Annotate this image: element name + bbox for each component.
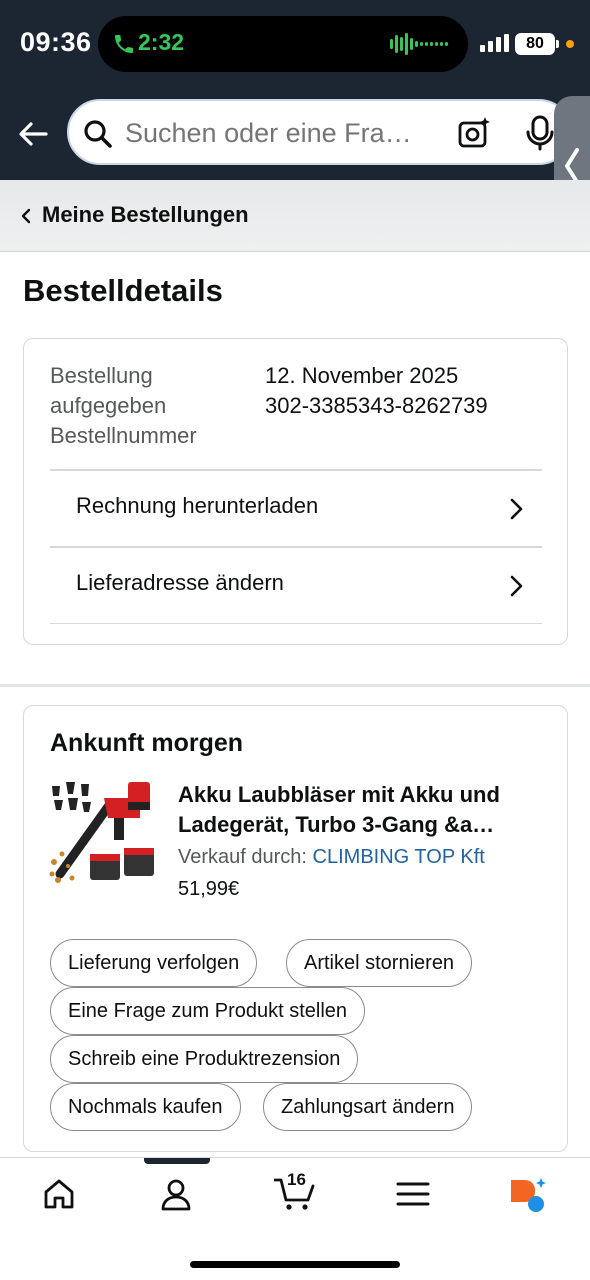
home-indicator bbox=[190, 1261, 400, 1268]
buy-again-button[interactable]: Nochmals kaufen bbox=[50, 1083, 241, 1131]
order-date-value: 12. November 2025 bbox=[265, 363, 459, 388]
privacy-indicator bbox=[566, 40, 574, 48]
order-number-label: Bestellnummer bbox=[50, 423, 197, 448]
download-invoice-label: Rechnung herunterladen bbox=[76, 493, 319, 518]
search-icon bbox=[84, 120, 112, 148]
bottom-navigation: 16 bbox=[0, 1157, 590, 1280]
seller-info: Verkauf durch: CLIMBING TOP Kft bbox=[178, 846, 485, 869]
breadcrumb-label[interactable]: Meine Bestellungen bbox=[42, 202, 249, 228]
back-arrow-icon[interactable] bbox=[16, 117, 50, 151]
phone-icon bbox=[115, 35, 133, 53]
download-invoice-link[interactable]: Rechnung herunterladen bbox=[50, 469, 542, 547]
product-price: 51,99€ bbox=[178, 878, 240, 900]
order-placed-label-line1: Bestellung bbox=[50, 363, 153, 388]
order-summary-card: Bestellung aufgegeben Bestellnummer 12. … bbox=[23, 338, 568, 645]
page-title: Bestelldetails bbox=[23, 273, 223, 308]
audio-wave-icon bbox=[390, 33, 448, 55]
order-number-value: 302-3385343-8262739 bbox=[265, 393, 488, 418]
breadcrumb[interactable]: Meine Bestellungen bbox=[0, 180, 590, 252]
dynamic-island-call[interactable]: 2:32 bbox=[98, 16, 468, 72]
write-review-button[interactable]: Schreib eine Produktrezension bbox=[50, 1035, 359, 1083]
status-time: 09:36 bbox=[20, 27, 92, 57]
change-payment-button[interactable]: Zahlungsart ändern bbox=[263, 1083, 473, 1131]
chevron-left-icon bbox=[21, 208, 31, 224]
camera-search-icon[interactable] bbox=[457, 116, 491, 150]
battery-icon: 80 bbox=[515, 33, 555, 55]
divider bbox=[50, 623, 542, 624]
microphone-icon[interactable] bbox=[525, 115, 555, 151]
order-placed-label-line2: aufgegeben bbox=[50, 393, 167, 418]
arrival-status: Ankunft morgen bbox=[50, 729, 244, 757]
account-icon[interactable] bbox=[158, 1176, 194, 1212]
cancel-item-button[interactable]: Artikel stornieren bbox=[286, 939, 473, 987]
product-thumbnail[interactable] bbox=[48, 778, 158, 886]
chevron-right-icon bbox=[510, 575, 523, 597]
chevron-right-icon bbox=[510, 498, 523, 520]
seller-link[interactable]: CLIMBING TOP Kft bbox=[313, 846, 485, 868]
seller-prefix: Verkauf durch: bbox=[178, 846, 307, 868]
shipment-card: Ankunft morgen Akku Laubbläser mit Akku … bbox=[23, 705, 568, 1152]
menu-icon[interactable] bbox=[395, 1176, 431, 1212]
app-header: 09:36 2:32 80 bbox=[0, 0, 590, 238]
track-package-button[interactable]: Lieferung verfolgen bbox=[50, 939, 258, 987]
cart-count: 16 bbox=[287, 1170, 306, 1189]
ask-product-question-button[interactable]: Eine Frage zum Produkt stellen bbox=[50, 987, 366, 1035]
product-title-line1: Akku Laubbläser mit Akku und bbox=[178, 782, 500, 807]
call-duration: 2:32 bbox=[138, 29, 185, 55]
search-bar[interactable] bbox=[67, 99, 572, 165]
section-divider bbox=[0, 684, 590, 687]
product-title-line2: Ladegerät, Turbo 3-Gang &a… bbox=[178, 812, 495, 837]
change-address-link[interactable]: Lieferadresse ändern bbox=[50, 546, 542, 624]
rufus-assistant-icon[interactable] bbox=[508, 1176, 550, 1214]
battery-tip bbox=[556, 40, 559, 48]
home-icon[interactable] bbox=[41, 1176, 77, 1212]
signal-icon bbox=[480, 34, 509, 52]
search-input[interactable] bbox=[125, 118, 455, 149]
active-tab-indicator bbox=[144, 1158, 210, 1164]
change-address-label: Lieferadresse ändern bbox=[76, 570, 284, 595]
product-title[interactable]: Akku Laubbläser mit Akku und Ladegerät, … bbox=[178, 780, 548, 840]
